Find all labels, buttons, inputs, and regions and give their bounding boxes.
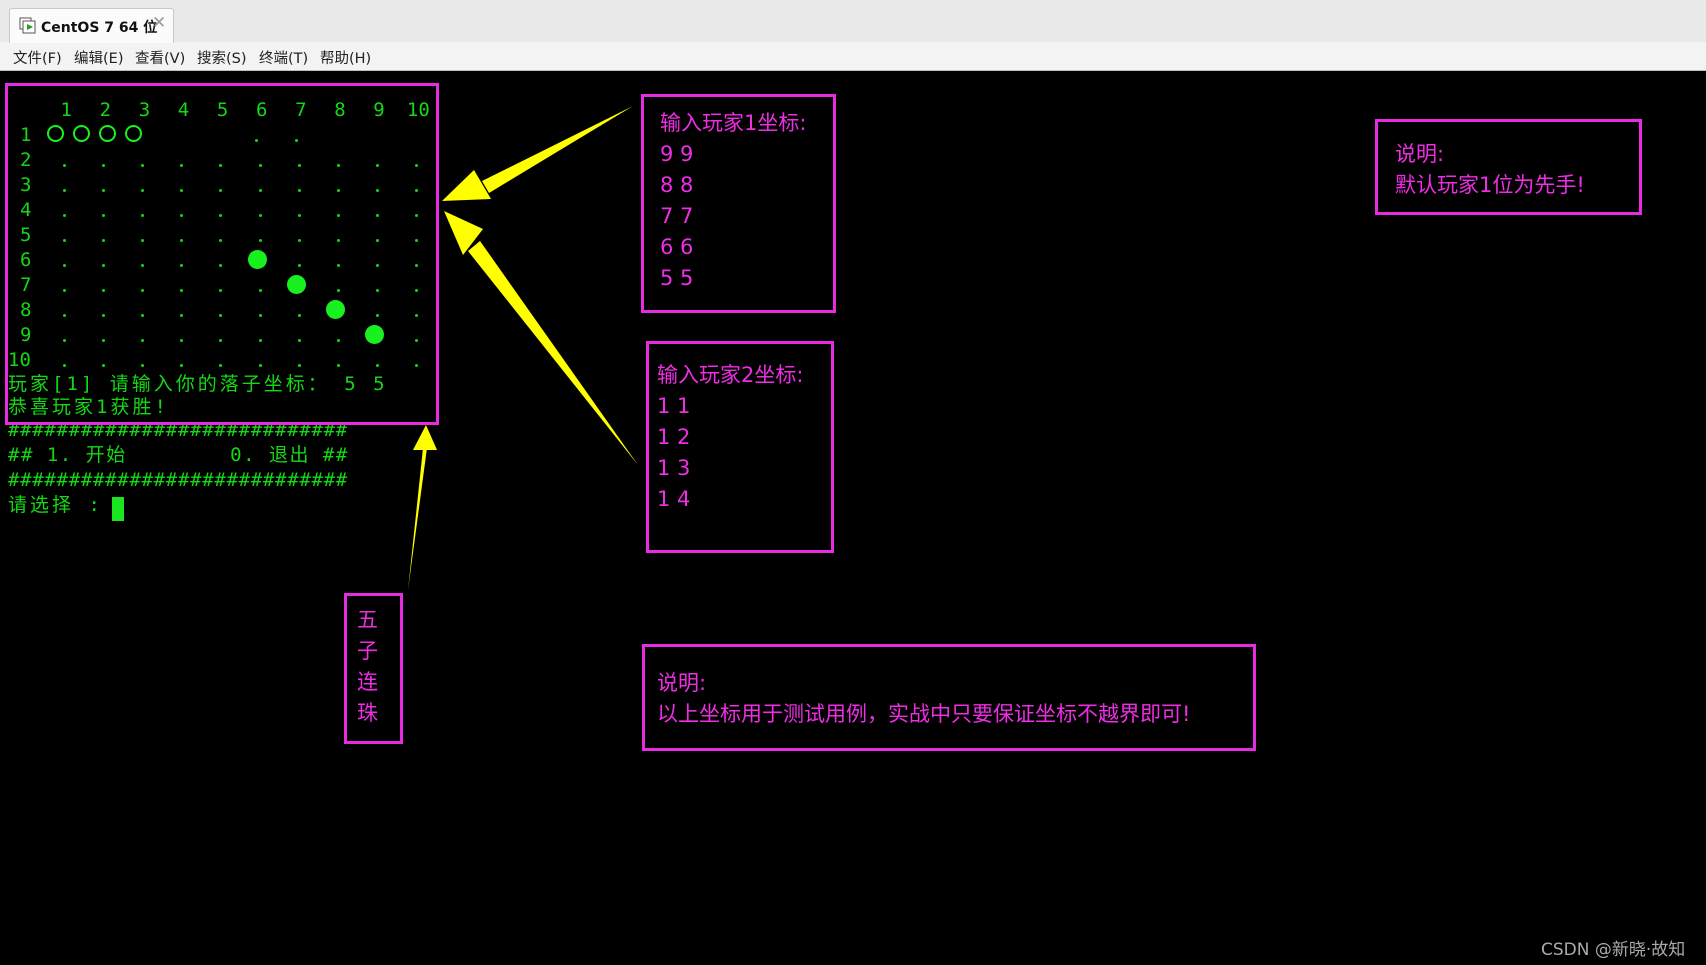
arrowhead-player1	[442, 170, 491, 201]
annotation-arrows	[408, 106, 638, 590]
arrowhead-title	[413, 425, 437, 450]
arrow-to-board-player1	[482, 106, 633, 193]
watermark: CSDN @新晓·故知	[1541, 940, 1686, 960]
arrow-to-board-player2	[468, 241, 638, 465]
arrow-to-board-title	[408, 448, 427, 590]
